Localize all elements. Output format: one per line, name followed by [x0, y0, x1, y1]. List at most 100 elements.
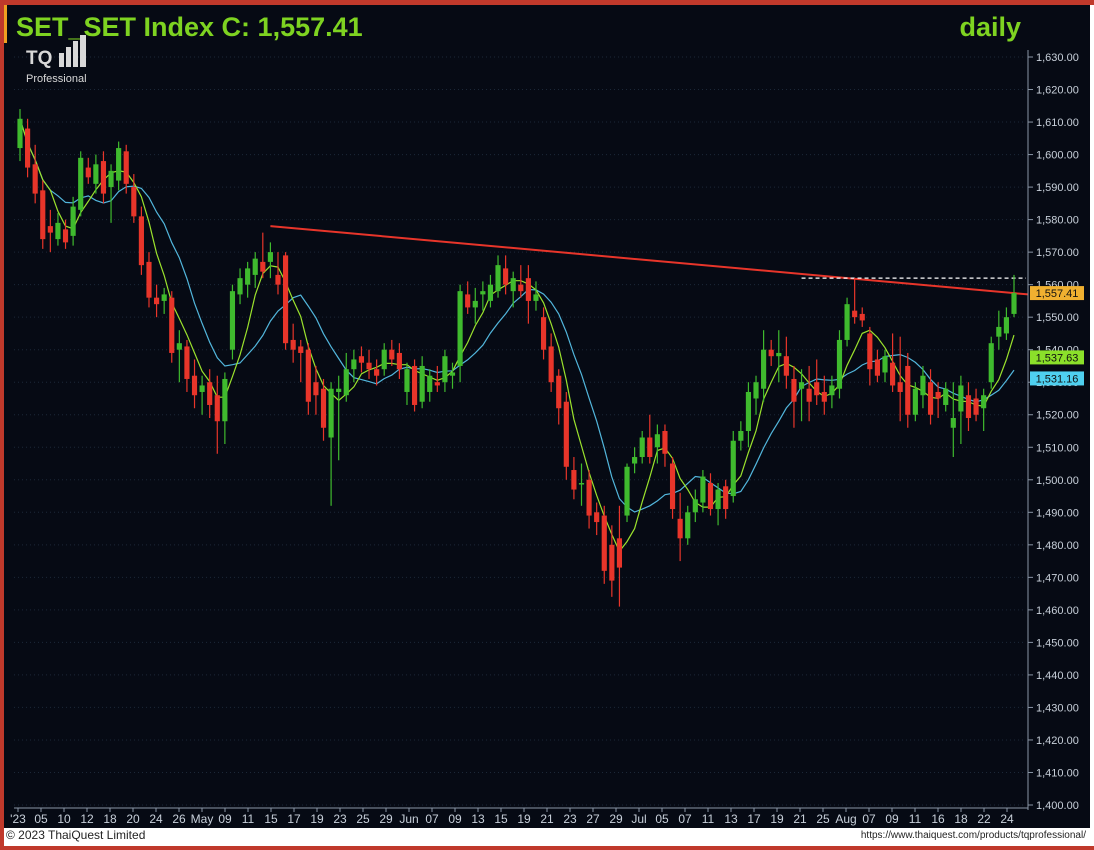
logo-bar-icon [66, 47, 71, 67]
candle-body [624, 466, 630, 516]
candle-body [229, 291, 236, 350]
x-tick-label: 13 [471, 812, 485, 826]
candle-body [237, 278, 243, 295]
x-tick-label: 22 [977, 812, 991, 826]
candle-body [275, 274, 281, 285]
candle-body [207, 382, 213, 405]
timeframe-label: daily [959, 12, 1021, 42]
x-tick-label: 24 [1000, 812, 1014, 826]
candle-body [169, 297, 175, 353]
x-tick-label: May [191, 812, 214, 826]
candle-body [821, 391, 827, 402]
x-tick-label: 09 [218, 812, 232, 826]
candle [988, 336, 994, 389]
x-tick-label: 27 [586, 812, 600, 826]
x-tick-label: 13 [724, 812, 738, 826]
candle-body [958, 385, 964, 412]
x-tick-label: 26 [172, 812, 186, 826]
x-tick-label: 15 [494, 812, 508, 826]
candle-body [146, 261, 152, 298]
candle-body [973, 398, 979, 415]
candle-body [723, 486, 729, 510]
candle-body [927, 382, 934, 415]
candle-body [556, 375, 562, 409]
candle-body [601, 515, 607, 571]
candle-body [32, 164, 38, 194]
candle-body [943, 388, 949, 405]
x-tick-label: 05 [34, 812, 48, 826]
candle-body [806, 388, 812, 402]
candle-body [487, 284, 494, 301]
candle [411, 359, 418, 412]
candle-body [116, 148, 122, 181]
candle-body [912, 388, 918, 415]
candle-body [465, 294, 471, 308]
candle-body [351, 359, 357, 370]
y-tick-label: 1,580.00 [1036, 215, 1079, 227]
y-tick-label: 1,630.00 [1036, 52, 1079, 64]
candle-body [434, 382, 440, 386]
candle-body [533, 294, 539, 301]
candle-body [40, 190, 46, 240]
y-tick-label: 1,400.00 [1036, 800, 1079, 812]
candle-body [677, 518, 683, 539]
candle [836, 330, 843, 399]
candle-body [783, 356, 789, 376]
x-tick-label: 17 [747, 812, 761, 826]
x-tick-label: 09 [885, 812, 899, 826]
candle-body [647, 437, 653, 458]
x-tick-label: Aug [835, 812, 856, 826]
candle-body [389, 349, 395, 360]
candle-body [55, 222, 61, 240]
candle-body [988, 343, 994, 383]
candle-body [442, 356, 448, 383]
candle-body [313, 382, 319, 396]
candle-body [707, 483, 714, 510]
price-label-text: 1,557.41 [1036, 288, 1079, 300]
x-tick-label: 21 [540, 812, 554, 826]
y-tick-label: 1,460.00 [1036, 605, 1079, 617]
chart-title: SET_SET Index C: 1,557.41 [16, 12, 363, 42]
title-accent-bar [4, 5, 7, 43]
x-tick-label: 16 [931, 812, 945, 826]
candle-body [47, 226, 53, 233]
candle-body [343, 369, 349, 396]
candle-body [70, 206, 76, 236]
candle-body [320, 388, 327, 428]
candle-body [161, 294, 167, 301]
y-tick-label: 1,500.00 [1036, 475, 1079, 487]
x-tick-label: 11 [702, 812, 715, 826]
logo-bar-icon [73, 41, 78, 67]
candle-body [222, 378, 228, 422]
candle-body [844, 304, 850, 340]
candle-body [836, 339, 843, 389]
candle [169, 291, 175, 363]
candle-body [480, 291, 486, 295]
y-tick-label: 1,430.00 [1036, 702, 1079, 714]
y-tick-label: 1,440.00 [1036, 670, 1079, 682]
x-tick-label: 11 [242, 812, 255, 826]
candle-body [753, 382, 759, 399]
candle-body [176, 343, 182, 350]
price-label: 1,557.41 [1030, 286, 1084, 301]
candle-body [472, 300, 478, 308]
candle-body [260, 261, 266, 272]
candle-body [1011, 293, 1017, 314]
candle-body [154, 297, 160, 305]
candle-body [897, 382, 903, 392]
x-tick-label: 07 [678, 812, 692, 826]
x-tick-label: 20 [126, 812, 140, 826]
y-tick-label: 1,510.00 [1036, 442, 1079, 454]
candle-body [78, 157, 84, 210]
x-tick-label: 07 [425, 812, 439, 826]
candle-body [890, 362, 896, 386]
candle-body [381, 349, 387, 370]
chart-canvas: 1,630.00 1,620.00 1,610.00 1,600.00 1,590.00… [4, 5, 1090, 828]
candle [624, 463, 630, 523]
candle-body [882, 356, 888, 373]
candle-body [510, 278, 516, 292]
x-tick-label: Jul [631, 812, 646, 826]
y-tick-label: 1,620.00 [1036, 85, 1079, 97]
candle-body [518, 284, 524, 292]
candle-body [131, 187, 137, 217]
